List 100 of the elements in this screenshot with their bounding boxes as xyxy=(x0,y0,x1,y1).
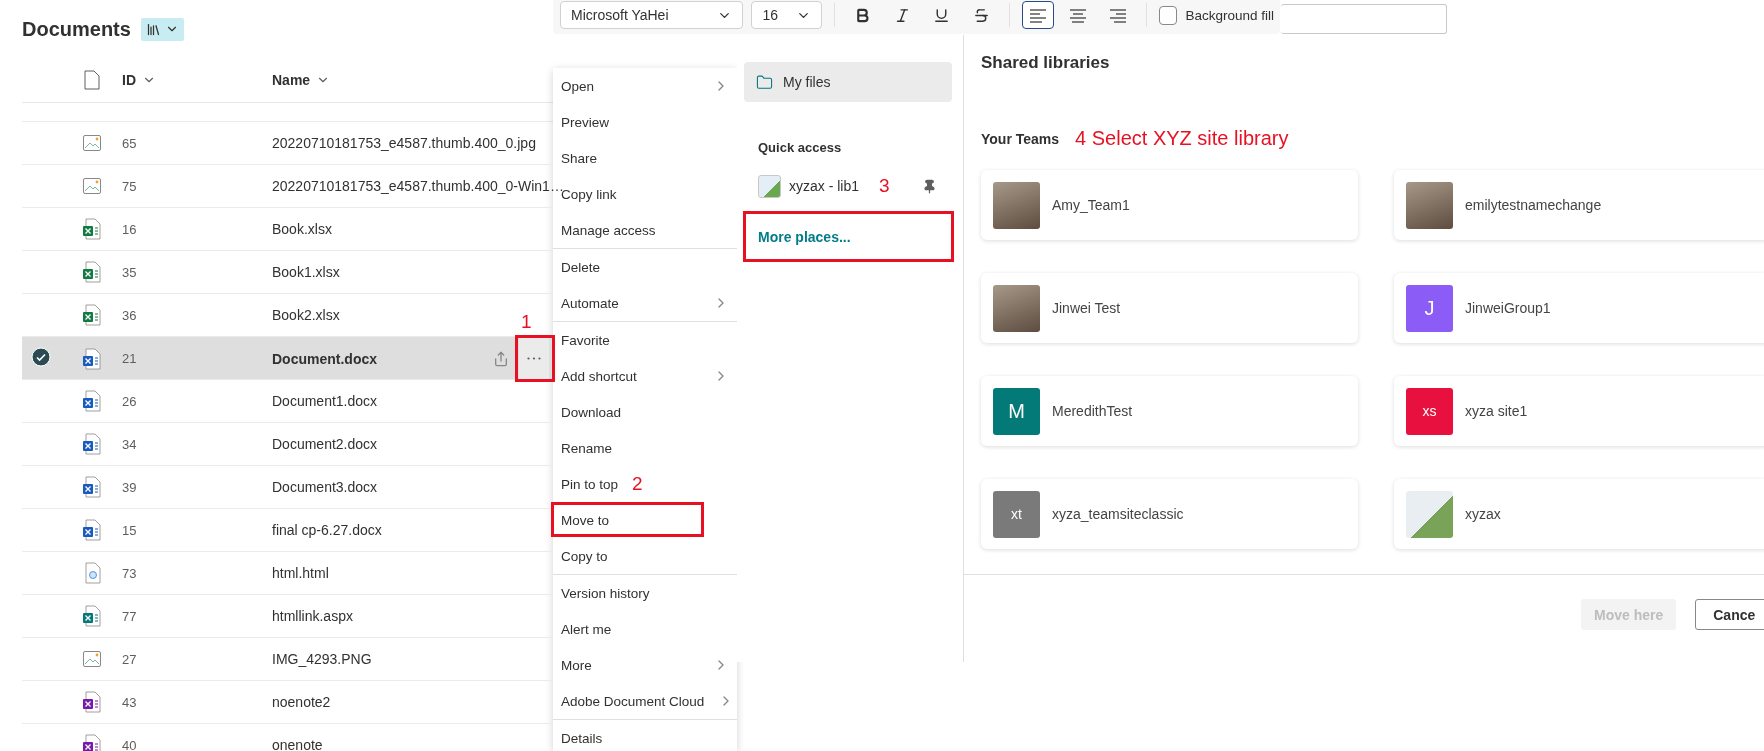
file-name[interactable]: Document2.docx xyxy=(272,436,378,452)
team-card[interactable]: xs xyza site1 xyxy=(1394,376,1764,446)
team-avatar: xs xyxy=(1406,387,1453,435)
id-cell-text: 27 xyxy=(122,651,138,667)
file-row[interactable]: 26 Document1.docx xyxy=(22,380,553,423)
id-cell-text: 73 xyxy=(122,565,138,581)
file-row[interactable]: 35 Book1.xlsx xyxy=(22,251,553,294)
team-name: emilytestnamechange xyxy=(1465,197,1602,213)
font-select[interactable]: Microsoft YaHei xyxy=(560,1,744,29)
pin-icon[interactable] xyxy=(922,178,937,194)
ellipsis-icon xyxy=(527,357,541,360)
folder-icon xyxy=(756,73,773,91)
underline-icon xyxy=(933,6,951,24)
team-card[interactable]: Jinwei Test xyxy=(981,273,1358,343)
my-files-button[interactable]: My files xyxy=(744,62,952,102)
library-icon xyxy=(145,21,161,37)
input-field[interactable] xyxy=(1281,4,1447,34)
file-name[interactable]: 20220710181753_e4587.thumb.400_0.jpg xyxy=(272,135,536,151)
menu-item[interactable]: Alert me xyxy=(553,611,737,647)
file-row[interactable]: 39 Document3.docx xyxy=(22,466,553,509)
instruction-annotation: 4 Select XYZ site library xyxy=(1075,127,1289,150)
file-name[interactable]: IMG_4293.PNG xyxy=(272,651,372,667)
menu-item[interactable]: Open xyxy=(553,68,737,104)
menu-item[interactable]: Adobe Document Cloud xyxy=(553,683,737,719)
section-heading: Your Teams xyxy=(981,130,1060,147)
menu-item[interactable]: More xyxy=(553,647,737,683)
file-row[interactable]: 16 Book.xlsx xyxy=(22,208,553,251)
quick-access-item[interactable]: xyzax - lib1 3 xyxy=(758,173,953,199)
menu-item[interactable]: Automate xyxy=(553,285,737,321)
file-row[interactable]: 34 Document2.docx xyxy=(22,423,553,466)
menu-item[interactable]: Manage access xyxy=(553,212,737,248)
id-cell-text: 65 xyxy=(122,135,138,151)
spreadsheet-file-icon xyxy=(82,261,102,283)
view-switcher-button[interactable] xyxy=(140,17,184,41)
team-name: xyza_teamsiteclassic xyxy=(1052,506,1184,522)
team-card[interactable]: J JinweiGroup1 xyxy=(1394,273,1764,343)
team-card[interactable]: M MeredithTest xyxy=(981,376,1358,446)
file-name[interactable]: onenote xyxy=(272,737,323,751)
file-name[interactable]: Document1.docx xyxy=(272,393,378,409)
menu-item[interactable]: Add shortcut xyxy=(553,358,737,394)
id-cell-text: 16 xyxy=(122,221,138,237)
more-places-link[interactable]: More places... xyxy=(758,228,851,245)
column-header[interactable]: Name xyxy=(272,72,553,88)
file-row[interactable]: 40 onenote xyxy=(22,724,553,751)
menu-item[interactable]: Rename xyxy=(553,430,737,466)
team-card[interactable]: xyzax xyxy=(1394,479,1764,549)
dialog-button[interactable]: Cance xyxy=(1695,599,1764,630)
file-name[interactable]: html.html xyxy=(272,565,329,581)
step-number: 1 xyxy=(521,311,532,333)
file-name[interactable]: noenote2 xyxy=(272,694,331,710)
team-card[interactable]: emilytestnamechange xyxy=(1394,170,1764,240)
menu-item[interactable]: Version history xyxy=(553,575,737,611)
site-thumbnail-icon xyxy=(1406,490,1453,538)
menu-item[interactable]: Move to xyxy=(553,502,737,538)
file-row[interactable]: 15 final cp-6.27.docx xyxy=(22,509,553,552)
align-lines-icon xyxy=(1028,7,1047,23)
team-name: Amy_Team1 xyxy=(1052,197,1130,213)
file-name[interactable]: htmllink.aspx xyxy=(272,608,353,624)
align-lines-icon xyxy=(1068,7,1087,23)
menu-item[interactable]: Download xyxy=(553,394,737,430)
column-header[interactable]: ID xyxy=(122,72,272,88)
image-file-icon xyxy=(82,133,102,153)
checkbox[interactable] xyxy=(1158,5,1178,25)
menu-item[interactable]: Copy to xyxy=(553,538,737,574)
file-name[interactable]: Book.xlsx xyxy=(272,221,332,237)
id-cell-text: 35 xyxy=(122,264,138,280)
step-number: 3 xyxy=(879,175,890,197)
font-size-select[interactable]: 16 xyxy=(751,1,822,29)
file-name[interactable]: final cp-6.27.docx xyxy=(272,522,382,538)
file-row[interactable]: 73 html.html xyxy=(22,552,553,595)
text-document-icon xyxy=(82,476,102,498)
text-document-icon xyxy=(82,347,102,370)
menu-item[interactable]: Pin to top 2 xyxy=(553,466,737,502)
more-options-button[interactable] xyxy=(519,337,549,380)
file-row[interactable]: 65 20220710181753_e4587.thumb.400_0.jpg xyxy=(22,122,553,165)
menu-item[interactable]: Details xyxy=(553,720,737,751)
file-type-column-icon[interactable] xyxy=(84,70,100,90)
photo-placeholder xyxy=(993,181,1040,229)
team-name: xyzax xyxy=(1465,506,1501,522)
id-cell-text: 39 xyxy=(122,479,138,495)
spreadsheet-file-icon xyxy=(82,304,102,326)
file-name[interactable]: Document3.docx xyxy=(272,479,378,495)
text-document-icon xyxy=(82,519,102,541)
check-circle-icon[interactable] xyxy=(31,346,51,367)
share-icon[interactable] xyxy=(493,350,509,367)
file-row[interactable]: 77 htmllink.aspx xyxy=(22,595,553,638)
menu-item[interactable]: Favorite xyxy=(553,322,737,358)
align-left-button[interactable] xyxy=(1021,1,1054,29)
file-name[interactable]: Book1.xlsx xyxy=(272,264,340,280)
team-card[interactable]: Amy_Team1 xyxy=(981,170,1358,240)
id-cell-text: 34 xyxy=(122,436,138,452)
team-avatar: J xyxy=(1406,284,1453,332)
id-cell-text: 77 xyxy=(122,608,138,624)
file-name[interactable]: Document.docx xyxy=(272,350,377,367)
team-card[interactable]: xt xyza_teamsiteclassic xyxy=(981,479,1358,549)
menu-item[interactable]: Delete xyxy=(553,249,737,285)
file-row[interactable]: 43 noenote2 xyxy=(22,681,553,724)
menu-item[interactable]: Preview xyxy=(553,104,737,140)
team-name: MeredithTest xyxy=(1052,403,1133,419)
file-row[interactable]: 27 IMG_4293.PNG xyxy=(22,638,553,681)
